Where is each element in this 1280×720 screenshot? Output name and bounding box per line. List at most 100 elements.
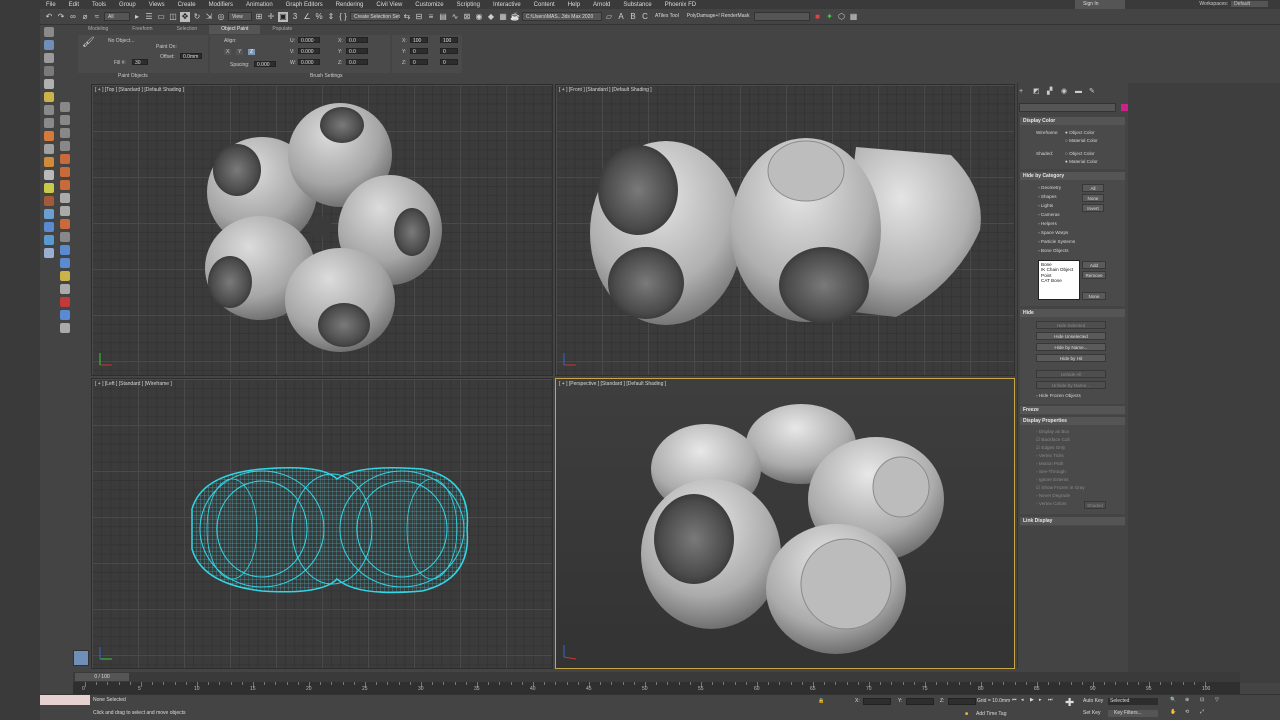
- menu-civil-view[interactable]: Civil View: [370, 2, 409, 8]
- motion-tool-icon[interactable]: [43, 66, 54, 76]
- menu-content[interactable]: Content: [528, 2, 562, 8]
- viewport-nav-fov-icon[interactable]: ▽: [1215, 697, 1219, 703]
- region-select-icon[interactable]: ▭: [156, 12, 166, 22]
- eraser-icon[interactable]: [60, 128, 70, 138]
- create-tab-icon[interactable]: +: [1019, 88, 1027, 96]
- water-tool-icon[interactable]: [43, 209, 54, 219]
- hierarchy-tool-icon[interactable]: [43, 53, 54, 63]
- sun-tool-icon[interactable]: [43, 183, 54, 193]
- set-key-big-icon[interactable]: ✚: [1065, 696, 1074, 709]
- select-by-name-icon[interactable]: ☰: [144, 12, 154, 22]
- menu-graph-editors[interactable]: Graph Editors: [280, 2, 330, 8]
- offset-field[interactable]: 0.0mm: [180, 53, 202, 60]
- plugin-green-icon[interactable]: ✦: [824, 12, 834, 22]
- viewport-left-label[interactable]: [ + ] [Left ] [Standard ] [Wireframe ]: [95, 381, 172, 387]
- menu-create[interactable]: Create: [172, 2, 203, 8]
- align-z-button[interactable]: Z: [248, 49, 256, 55]
- hide-unselected-button[interactable]: Hide Unselected: [1036, 332, 1106, 340]
- key-filters-button[interactable]: Key Filters...: [1108, 710, 1158, 717]
- trash-icon[interactable]: [60, 141, 70, 151]
- viewport-nav-orbit-icon[interactable]: ⟲: [1185, 709, 1189, 715]
- layer-tool-icon[interactable]: [43, 118, 54, 128]
- plugin-icon[interactable]: ⬡: [836, 12, 846, 22]
- menu-animation[interactable]: Animation: [240, 2, 280, 8]
- front-view-object[interactable]: [556, 85, 1015, 376]
- viewport-front[interactable]: [ + ] [Front ] [Standard ] [Default Shad…: [555, 84, 1015, 376]
- cat-bone-objects-checkbox[interactable]: ▫ Bone Objects: [1038, 248, 1069, 253]
- hide-by-hit-button[interactable]: Hide by Hit: [1036, 354, 1106, 362]
- curve-editor-icon[interactable]: ∿: [450, 12, 460, 22]
- paint-objects-panel-label[interactable]: Paint Objects: [118, 73, 148, 79]
- perspective-view-object[interactable]: [556, 379, 1015, 669]
- tab-modeling[interactable]: Modeling: [76, 25, 120, 34]
- undo-icon[interactable]: ↶: [44, 12, 54, 22]
- menu-help[interactable]: Help: [562, 2, 587, 8]
- snaps-toggle-icon[interactable]: 3: [290, 12, 300, 22]
- workspace-selector[interactable]: Workspaces: Default: [1199, 0, 1268, 9]
- time-slider[interactable]: 0 / 100: [73, 672, 1240, 682]
- scene-tool-icon[interactable]: [43, 105, 54, 115]
- viewport-nav-pan-icon[interactable]: ✋: [1170, 709, 1176, 715]
- link-display-header[interactable]: Link Display: [1020, 517, 1125, 525]
- polydamage-button[interactable]: PolyDamage+! RenderMask: [684, 12, 753, 21]
- sign-in-button[interactable]: Sign In: [1075, 0, 1125, 9]
- modify-tool-icon[interactable]: [43, 40, 54, 50]
- auto-key-button[interactable]: Auto Key: [1083, 698, 1103, 704]
- maxscript-listener-field[interactable]: [40, 695, 90, 705]
- object-tool-icon[interactable]: [43, 170, 54, 180]
- viewport-layout-icon[interactable]: [73, 650, 89, 666]
- menu-substance[interactable]: Substance: [617, 2, 658, 8]
- light-tool-icon[interactable]: [43, 144, 54, 154]
- tool-k-icon[interactable]: [60, 297, 70, 307]
- menu-arnold[interactable]: Arnold: [587, 2, 617, 8]
- modify-tab-icon[interactable]: ◩: [1033, 88, 1041, 96]
- tool-l-icon[interactable]: [60, 310, 70, 320]
- atiles-tool-button[interactable]: ATiles Tool: [652, 12, 682, 21]
- track-bar[interactable]: 0 5 10 15 20 25 30 35 40 45 50 55 60 65 70 75 80 85 90 95 10…: [73, 682, 1240, 694]
- paint-brush-icon[interactable]: 🖌: [82, 37, 95, 48]
- tool-j-icon[interactable]: [60, 284, 70, 294]
- menu-rendering[interactable]: Rendering: [330, 2, 371, 8]
- scale-var-field[interactable]: 0: [440, 59, 458, 66]
- selection-filter-dropdown[interactable]: All: [104, 12, 130, 21]
- fill-field[interactable]: 30: [132, 59, 148, 66]
- hide-frozen-checkbox[interactable]: ▫ Hide Frozen Objects: [1036, 393, 1081, 398]
- blank-dropdown[interactable]: [754, 12, 811, 21]
- named-selection-dropdown[interactable]: Create Selection Set: [350, 12, 400, 21]
- list-none-button[interactable]: None: [1082, 292, 1106, 300]
- set-key-button[interactable]: Set Key: [1083, 710, 1101, 716]
- viewport-nav-zoom-all-icon[interactable]: ⊕: [1185, 697, 1189, 703]
- menu-customize[interactable]: Customize: [409, 2, 450, 8]
- link-icon[interactable]: ∞: [68, 12, 78, 22]
- prop-backface-cull-checkbox[interactable]: ☑ Backface Cull: [1036, 437, 1070, 443]
- viewport-perspective-label[interactable]: [ + ] [Perspective ] [Standard ] [Defaul…: [559, 381, 666, 387]
- viewport-front-label[interactable]: [ + ] [Front ] [Standard ] [Default Shad…: [559, 87, 652, 93]
- unhide-by-name-button[interactable]: Unhide by Name...: [1036, 381, 1106, 389]
- prop-vertex-colors-checkbox[interactable]: ▫ Vertex Colors: [1036, 501, 1066, 506]
- cat-helpers-checkbox[interactable]: ▫ Helpers: [1038, 221, 1057, 226]
- list-remove-button[interactable]: Remove: [1082, 271, 1106, 279]
- schematic-view-icon[interactable]: ⊠: [462, 12, 472, 22]
- utilities-tool-icon[interactable]: [43, 92, 54, 102]
- play-icon[interactable]: [60, 102, 70, 112]
- top-view-object[interactable]: [92, 85, 553, 376]
- cat-space-warps-checkbox[interactable]: ▫ Space Warps: [1038, 230, 1068, 235]
- sphere-tool-icon[interactable]: [43, 235, 54, 245]
- scale-y-field[interactable]: 0: [410, 48, 428, 55]
- tool-h-icon[interactable]: [60, 258, 70, 268]
- redo-icon[interactable]: ↷: [56, 12, 66, 22]
- plugin-red-icon[interactable]: ■: [812, 12, 822, 22]
- spinner-snap-icon[interactable]: ⇕: [326, 12, 336, 22]
- z-field[interactable]: 0.0: [346, 59, 368, 66]
- y-field[interactable]: 0.0: [346, 48, 368, 55]
- viewport-left[interactable]: [ + ] [Left ] [Standard ] [Wireframe ]: [91, 378, 553, 669]
- prop-edges-only-checkbox[interactable]: ☑ Edges Only: [1036, 445, 1065, 451]
- menu-tools[interactable]: Tools: [86, 2, 113, 8]
- list-add-button[interactable]: Add: [1082, 261, 1106, 269]
- scale-x-field[interactable]: 100: [410, 37, 428, 44]
- grid-view-icon[interactable]: ▦: [848, 12, 858, 22]
- key-set-dropdown[interactable]: Selected: [1108, 698, 1158, 705]
- display-color-header[interactable]: Display Color: [1020, 117, 1125, 125]
- script-b-icon[interactable]: B: [628, 12, 638, 22]
- goto-start-icon[interactable]: ⏮: [1012, 697, 1017, 703]
